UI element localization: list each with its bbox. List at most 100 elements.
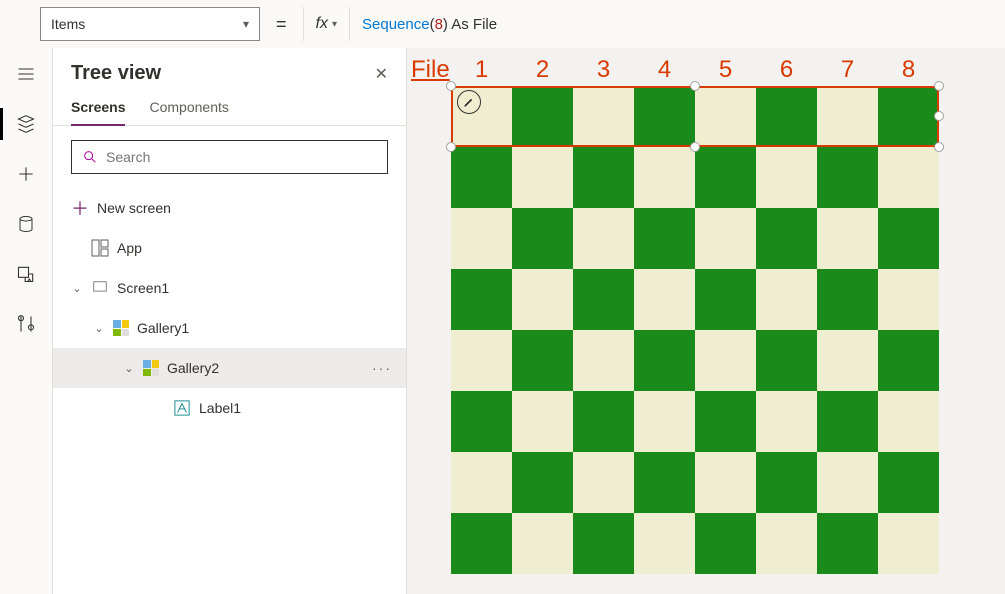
board-square[interactable] <box>817 208 878 269</box>
resize-handle[interactable] <box>446 142 456 152</box>
board-square[interactable] <box>756 147 817 208</box>
board-square[interactable] <box>878 391 939 452</box>
edit-pencil-icon[interactable] <box>457 90 481 114</box>
data-icon[interactable] <box>12 210 40 238</box>
board-square[interactable] <box>451 330 512 391</box>
board-square[interactable] <box>634 86 695 147</box>
overlay-col: 8 <box>878 56 939 84</box>
insert-icon[interactable] <box>12 160 40 188</box>
board-square[interactable] <box>573 208 634 269</box>
tab-components[interactable]: Components <box>149 93 228 125</box>
tree-view-icon[interactable] <box>12 110 40 138</box>
more-icon[interactable]: ··· <box>372 360 392 376</box>
board-square[interactable] <box>756 513 817 574</box>
board-square[interactable] <box>451 391 512 452</box>
board-square[interactable] <box>878 513 939 574</box>
board-square[interactable] <box>695 208 756 269</box>
board-square[interactable] <box>634 452 695 513</box>
board-square[interactable] <box>878 330 939 391</box>
canvas[interactable]: File 1 2 3 4 5 6 7 8 <box>407 48 1005 594</box>
board-square[interactable] <box>756 86 817 147</box>
new-screen-button[interactable]: ＋ New screen <box>53 188 406 228</box>
tree-app[interactable]: App <box>53 228 406 268</box>
board-square[interactable] <box>695 269 756 330</box>
board-square[interactable] <box>512 208 573 269</box>
board-square[interactable] <box>817 147 878 208</box>
board-square[interactable] <box>817 330 878 391</box>
hamburger-icon[interactable] <box>12 60 40 88</box>
formula-text[interactable]: Sequence(8) As File <box>350 15 497 33</box>
board-square[interactable] <box>573 269 634 330</box>
board-square[interactable] <box>634 208 695 269</box>
board-square[interactable] <box>573 330 634 391</box>
board-square[interactable] <box>512 147 573 208</box>
board-square[interactable] <box>878 147 939 208</box>
board-square[interactable] <box>756 452 817 513</box>
resize-handle[interactable] <box>934 142 944 152</box>
board-square[interactable] <box>878 86 939 147</box>
board-square[interactable] <box>878 452 939 513</box>
chess-board[interactable] <box>451 86 939 574</box>
board-square[interactable] <box>451 513 512 574</box>
resize-handle[interactable] <box>934 111 944 121</box>
board-square[interactable] <box>451 208 512 269</box>
board-square[interactable] <box>451 269 512 330</box>
board-square[interactable] <box>634 330 695 391</box>
media-icon[interactable] <box>12 260 40 288</box>
chevron-down-icon[interactable]: ⌄ <box>71 282 83 295</box>
chevron-down-icon[interactable]: ⌄ <box>123 362 135 375</box>
board-square[interactable] <box>573 452 634 513</box>
board-square[interactable] <box>573 86 634 147</box>
board-square[interactable] <box>512 86 573 147</box>
board-square[interactable] <box>634 147 695 208</box>
board-square[interactable] <box>634 513 695 574</box>
board-square[interactable] <box>756 330 817 391</box>
tree-gallery2[interactable]: ⌄ Gallery2 ··· <box>53 348 406 388</box>
board-square[interactable] <box>756 391 817 452</box>
search-field[interactable] <box>106 149 377 165</box>
board-square[interactable] <box>878 269 939 330</box>
board-square[interactable] <box>817 513 878 574</box>
tab-screens[interactable]: Screens <box>71 93 125 125</box>
tree-gallery1[interactable]: ⌄ Gallery1 <box>53 308 406 348</box>
board-square[interactable] <box>512 269 573 330</box>
board-square[interactable] <box>573 147 634 208</box>
board-square[interactable] <box>512 330 573 391</box>
tree-label1[interactable]: Label1 <box>53 388 406 428</box>
board-square[interactable] <box>695 330 756 391</box>
board-square[interactable] <box>573 391 634 452</box>
board-square[interactable] <box>695 513 756 574</box>
resize-handle[interactable] <box>690 142 700 152</box>
property-selector[interactable]: Items ▾ <box>40 7 260 41</box>
board-square[interactable] <box>695 452 756 513</box>
board-square[interactable] <box>817 86 878 147</box>
board-square[interactable] <box>451 452 512 513</box>
formula-bar[interactable]: fx ▾ Sequence(8) As File <box>303 7 1005 41</box>
resize-handle[interactable] <box>934 81 944 91</box>
overlay-col: 2 <box>512 56 573 84</box>
board-square[interactable] <box>817 452 878 513</box>
board-square[interactable] <box>695 391 756 452</box>
board-square[interactable] <box>695 147 756 208</box>
resize-handle[interactable] <box>446 81 456 91</box>
board-square[interactable] <box>817 269 878 330</box>
board-square[interactable] <box>756 269 817 330</box>
close-icon[interactable]: ✕ <box>375 64 388 84</box>
board-square[interactable] <box>573 513 634 574</box>
resize-handle[interactable] <box>690 81 700 91</box>
board-square[interactable] <box>512 513 573 574</box>
board-square[interactable] <box>817 391 878 452</box>
board-square[interactable] <box>695 86 756 147</box>
chevron-down-icon[interactable]: ⌄ <box>93 322 105 335</box>
board-square[interactable] <box>512 452 573 513</box>
fx-button[interactable]: fx ▾ <box>304 7 350 41</box>
search-input[interactable] <box>71 140 388 174</box>
board-square[interactable] <box>512 391 573 452</box>
board-square[interactable] <box>634 269 695 330</box>
board-square[interactable] <box>634 391 695 452</box>
tree-screen1[interactable]: ⌄ Screen1 <box>53 268 406 308</box>
board-square[interactable] <box>756 208 817 269</box>
board-square[interactable] <box>451 147 512 208</box>
tools-icon[interactable] <box>12 310 40 338</box>
board-square[interactable] <box>878 208 939 269</box>
